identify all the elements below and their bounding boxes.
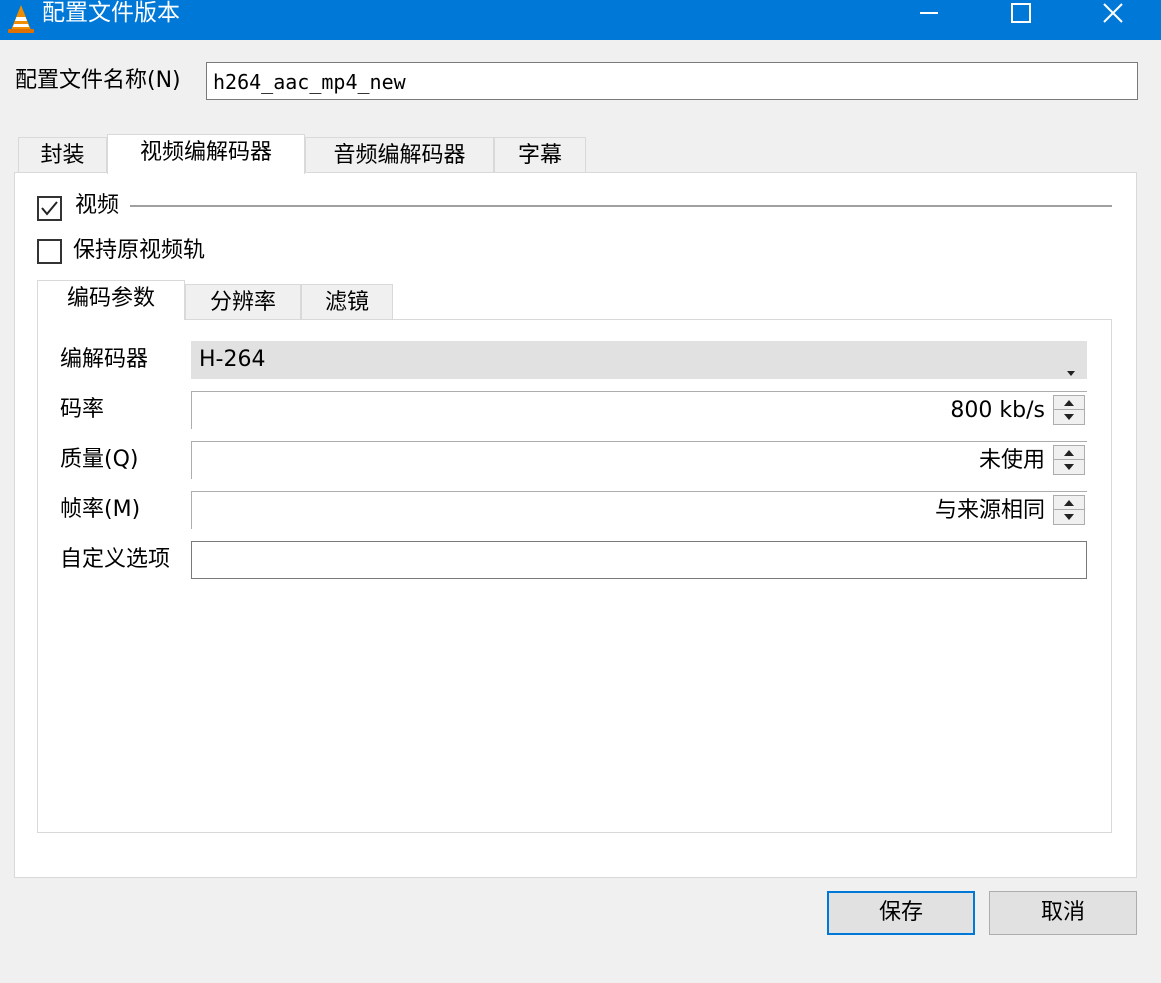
spin-down-icon[interactable] [1054,510,1084,524]
subtab-label: 分辨率 [209,290,276,315]
framerate-label: 帧率(M) [60,497,141,522]
framerate-value: 与来源相同 [934,498,1045,523]
title-bar: 配置文件版本 [0,0,1161,40]
maximize-icon[interactable] [998,0,1044,26]
profile-name-value: h264_aac_mp4_new [213,70,406,94]
window-title: 配置文件版本 [42,0,180,26]
spin-down-icon[interactable] [1054,410,1084,424]
tab-subtitles[interactable]: 字幕 [494,137,586,173]
codec-select[interactable]: H-264 [191,341,1087,379]
subtab-filters[interactable]: 滤镜 [301,284,393,320]
keep-original-checkbox[interactable] [37,239,62,264]
profile-name-input[interactable]: h264_aac_mp4_new [206,62,1138,100]
spin-down-icon[interactable] [1054,460,1084,474]
bitrate-spin-buttons [1053,395,1085,425]
minimize-icon[interactable] [906,0,952,26]
encoding-params-panel: 编解码器 H-264 码率 800 kb/s 质量(Q) 未使用 帧率(M) 与… [37,319,1112,833]
save-button[interactable]: 保存 [827,891,975,935]
keep-original-label: 保持原视频轨 [73,238,206,263]
bitrate-label: 码率 [60,397,105,422]
tab-audio-codec[interactable]: 音频编解码器 [305,137,494,173]
tab-label: 视频编解码器 [139,140,272,165]
cancel-button[interactable]: 取消 [989,891,1137,935]
spin-up-icon[interactable] [1054,446,1084,460]
tab-label: 字幕 [517,143,562,168]
subtab-label: 滤镜 [324,290,369,315]
codec-select-value: H-264 [199,347,266,372]
video-checkbox[interactable] [37,196,62,221]
tab-video-codec[interactable]: 视频编解码器 [107,134,305,174]
bitrate-spinbox[interactable]: 800 kb/s [191,391,1087,429]
subtab-resolution[interactable]: 分辨率 [185,284,301,320]
tab-label: 封装 [40,143,85,168]
framerate-spin-buttons [1053,495,1085,525]
checkmark-icon [41,201,58,216]
quality-value: 未使用 [978,448,1045,473]
quality-label: 质量(Q) [60,447,139,472]
spin-up-icon[interactable] [1054,496,1084,510]
subtab-encoding-params[interactable]: 编码参数 [37,280,185,320]
codec-label: 编解码器 [60,347,149,372]
close-icon[interactable] [1090,0,1136,26]
subtab-label: 编码参数 [66,286,155,311]
spin-up-icon[interactable] [1054,396,1084,410]
tab-encapsulation[interactable]: 封装 [18,137,107,173]
video-checkbox-label: 视频 [75,193,120,218]
vlc-cone-icon [6,4,36,34]
tab-label: 音频编解码器 [333,143,466,168]
profile-name-label: 配置文件名称(N) [15,68,181,93]
bitrate-value: 800 kb/s [950,398,1045,423]
framerate-spinbox[interactable]: 与来源相同 [191,491,1087,529]
quality-spin-buttons [1053,445,1085,475]
custom-options-label: 自定义选项 [60,547,171,572]
video-codec-panel: 视频 保持原视频轨 编码参数 分辨率 滤镜 编解码器 H-264 码率 800 … [14,172,1137,878]
dropdown-arrow-icon [1067,357,1075,382]
group-divider [130,205,1112,207]
quality-spinbox[interactable]: 未使用 [191,441,1087,479]
custom-options-input[interactable] [191,541,1087,579]
